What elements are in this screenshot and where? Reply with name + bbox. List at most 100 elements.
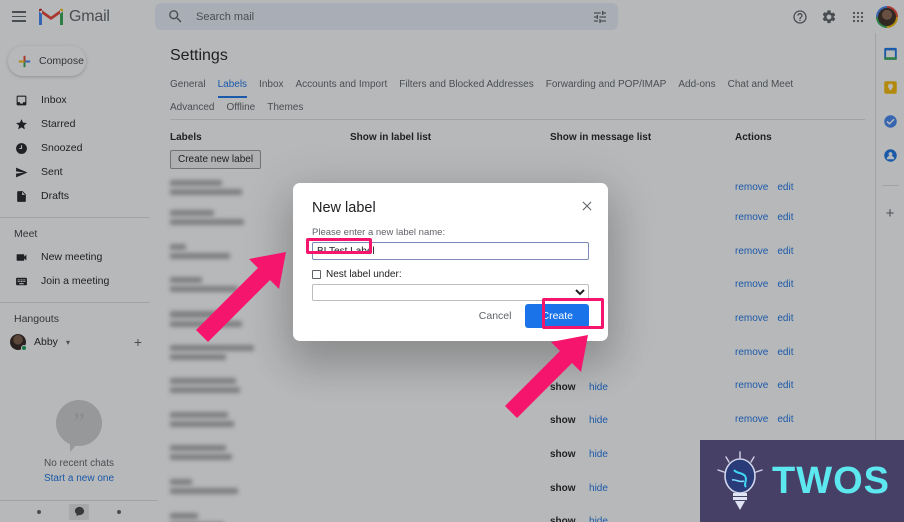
tab-chat-and-meet[interactable]: Chat and Meet: [728, 75, 794, 98]
link-edit[interactable]: edit: [777, 279, 793, 290]
gear-icon[interactable]: [818, 6, 840, 28]
link-edit[interactable]: edit: [777, 380, 793, 391]
sidebar-item-label: Drafts: [41, 190, 70, 202]
tab-inbox[interactable]: Inbox: [259, 75, 283, 98]
sidebar-item-sent[interactable]: Sent: [0, 160, 158, 184]
table-row: show hide remove edit: [158, 403, 875, 437]
bottom-tab-1[interactable]: [29, 504, 49, 520]
link-hide[interactable]: hide: [589, 382, 608, 393]
link-hide[interactable]: hide: [589, 415, 608, 426]
bottom-tab-hangouts[interactable]: [69, 503, 89, 520]
no-recent-chats-text: No recent chats: [43, 458, 115, 469]
link-remove[interactable]: remove: [735, 414, 768, 425]
tab-accounts-and-import[interactable]: Accounts and Import: [296, 75, 388, 98]
sidebar-item-inbox[interactable]: Inbox: [0, 88, 158, 112]
actions-cell: remove edit: [735, 212, 855, 223]
search-bar[interactable]: [155, 3, 618, 30]
hamburger-icon[interactable]: [6, 4, 32, 30]
actions-cell: remove edit: [735, 182, 855, 193]
gmail-m-icon: [39, 8, 63, 25]
tab-themes[interactable]: Themes: [267, 98, 303, 119]
link-hide[interactable]: hide: [589, 483, 608, 494]
dialog-actions: Cancel Create: [471, 304, 589, 328]
label-name-redacted: [170, 512, 350, 522]
sidebar-item-label: Join a meeting: [41, 275, 110, 287]
link-remove[interactable]: remove: [735, 246, 768, 257]
watermark: TWOS: [700, 440, 904, 522]
contacts-icon[interactable]: [882, 147, 899, 164]
sidebar-item-snoozed[interactable]: Snoozed: [0, 136, 158, 160]
tasks-icon[interactable]: [882, 113, 899, 130]
link-hide[interactable]: hide: [589, 516, 608, 522]
search-input[interactable]: [196, 10, 592, 23]
tab-forwarding-and-pop-imap[interactable]: Forwarding and POP/IMAP: [546, 75, 667, 98]
link-edit[interactable]: edit: [777, 414, 793, 425]
link-edit[interactable]: edit: [777, 246, 793, 257]
tab-add-ons[interactable]: Add-ons: [678, 75, 715, 98]
dialog-prompt: Please enter a new label name:: [312, 227, 446, 238]
cancel-button[interactable]: Cancel: [471, 305, 520, 327]
send-icon: [14, 165, 28, 179]
compose-button[interactable]: Compose: [8, 46, 86, 76]
link-remove[interactable]: remove: [735, 380, 768, 391]
keep-icon[interactable]: [882, 79, 899, 96]
gmail-logo[interactable]: Gmail: [38, 7, 110, 27]
link-remove[interactable]: remove: [735, 313, 768, 324]
tab-offline[interactable]: Offline: [226, 98, 255, 119]
create-new-label-button[interactable]: Create new label: [170, 150, 262, 169]
close-icon[interactable]: [580, 199, 594, 213]
avatar[interactable]: [876, 5, 898, 28]
tune-icon[interactable]: [592, 9, 608, 25]
link-remove[interactable]: remove: [735, 279, 768, 290]
top-bar-icons: [789, 0, 898, 33]
link-edit[interactable]: edit: [777, 212, 793, 223]
link-remove[interactable]: remove: [735, 182, 768, 193]
add-hangout-icon[interactable]: +: [134, 334, 142, 350]
hangouts-user-row[interactable]: Abby ▾ +: [0, 330, 158, 354]
tab-advanced[interactable]: Advanced: [170, 98, 214, 119]
nest-label-text: Nest label under:: [326, 269, 402, 280]
actions-cell: remove edit: [735, 246, 855, 257]
tab-labels[interactable]: Labels: [217, 75, 248, 98]
sidebar-item-join-meeting[interactable]: Join a meeting: [0, 269, 158, 293]
nest-parent-select[interactable]: [312, 284, 589, 301]
clock-icon: [14, 141, 28, 155]
nest-label-checkbox[interactable]: [312, 270, 321, 279]
link-edit[interactable]: edit: [777, 347, 793, 358]
sidebar-item-label: Starred: [41, 118, 76, 130]
tab-filters-and-blocked-addresses[interactable]: Filters and Blocked Addresses: [399, 75, 534, 98]
link-remove[interactable]: remove: [735, 212, 768, 223]
link-hide[interactable]: hide: [589, 449, 608, 460]
sidebar-item-drafts[interactable]: Drafts: [0, 184, 158, 208]
sidebar-item-label: Sent: [41, 166, 63, 178]
meet-section-title: Meet: [14, 228, 38, 240]
dialog-title: New label: [312, 200, 376, 216]
tab-general[interactable]: General: [170, 75, 206, 98]
sidebar-item-starred[interactable]: Starred: [0, 112, 158, 136]
link-remove[interactable]: remove: [735, 347, 768, 358]
chevron-down-icon[interactable]: ▾: [66, 338, 70, 347]
settings-tabs: General Labels Inbox Accounts and Import…: [158, 65, 848, 119]
label-name-input[interactable]: [312, 242, 589, 260]
sidebar-item-new-meeting[interactable]: New meeting: [0, 245, 158, 269]
column-header-show-in-message-list: Show in message list: [550, 132, 652, 143]
link-edit[interactable]: edit: [777, 313, 793, 324]
hangouts-user-name: Abby: [34, 336, 58, 348]
hangouts-avatar: [10, 334, 27, 351]
help-icon[interactable]: [789, 6, 811, 28]
link-show: show: [550, 516, 576, 522]
message-list-cell: show hide: [550, 410, 735, 428]
left-sidebar: Compose Inbox Starred Snoozed Sent Draft…: [0, 33, 158, 522]
apps-grid-icon[interactable]: [847, 6, 869, 28]
column-header-show-in-label-list: Show in label list: [350, 132, 432, 143]
link-show: show: [550, 415, 576, 427]
link-edit[interactable]: edit: [777, 182, 793, 193]
message-list-cell: show hide: [550, 377, 735, 395]
create-button[interactable]: Create: [525, 304, 589, 328]
chat-empty-state: ” No recent chats Start a new one: [0, 400, 158, 484]
plus-icon: [18, 55, 31, 67]
calendar-icon[interactable]: [882, 45, 899, 62]
start-new-chat-link[interactable]: Start a new one: [44, 473, 114, 484]
add-app-icon[interactable]: +: [886, 205, 895, 222]
bottom-tab-3[interactable]: [109, 504, 129, 520]
